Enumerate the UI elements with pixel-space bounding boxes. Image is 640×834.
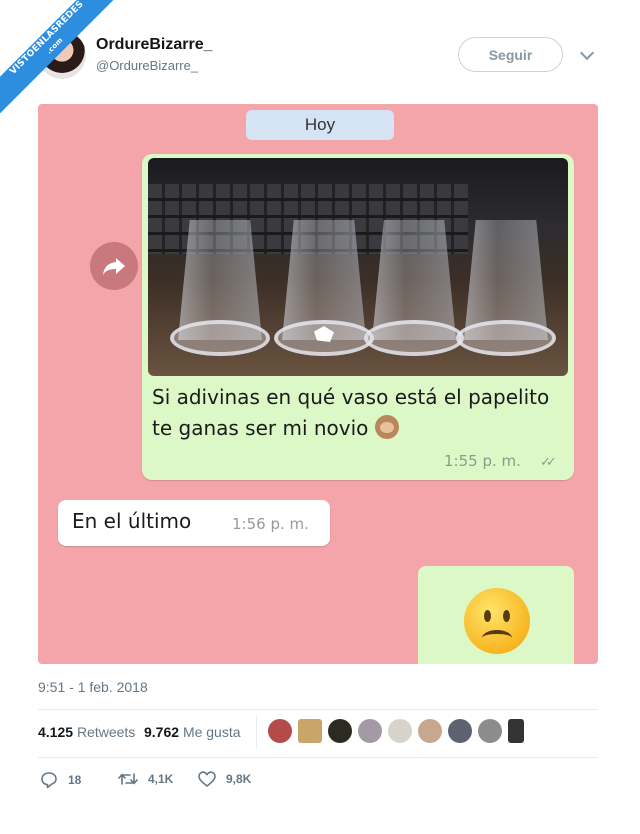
sent-emoji-bubble — [418, 566, 574, 664]
date-chip: Hoy — [246, 110, 394, 140]
tweet-timestamp[interactable]: 9:51 - 1 feb. 2018 — [38, 679, 148, 695]
sad-face-emoji — [464, 588, 530, 654]
watermark-text: VISTOENLASREDES — [8, 0, 86, 77]
like-icon — [198, 771, 216, 787]
like-button[interactable]: 9,8K — [198, 771, 251, 787]
likes-label: Me gusta — [182, 724, 241, 740]
retweet-count: 4,1K — [148, 772, 174, 786]
follow-button[interactable]: Seguir — [458, 37, 563, 72]
retweet-button[interactable]: 4,1K — [118, 771, 173, 787]
received-message-bubble: En el último 1:56 p. m. — [58, 500, 330, 546]
likes-stat[interactable]: 9.762 Me gusta — [144, 724, 241, 740]
like-count: 9,8K — [226, 772, 252, 786]
divider — [38, 757, 598, 758]
retweets-label: Retweets — [76, 724, 136, 740]
avatar[interactable] — [298, 719, 322, 743]
likes-count: 9.762 — [144, 724, 180, 740]
received-message-time: 1:56 p. m. — [232, 515, 309, 533]
reply-icon — [41, 772, 57, 789]
reply-button[interactable]: 18 — [40, 771, 81, 789]
retweets-stat[interactable]: 4.125 Retweets — [38, 724, 135, 740]
cups-photo — [148, 158, 568, 376]
avatar[interactable] — [508, 719, 524, 743]
received-message-text: En el último — [72, 509, 192, 533]
retweet-icon — [118, 773, 138, 785]
sent-message-time: 1:55 p. m. — [444, 452, 521, 470]
avatar[interactable] — [448, 719, 472, 743]
reply-count: 18 — [68, 773, 82, 787]
avatar[interactable] — [478, 719, 502, 743]
avatar[interactable] — [328, 719, 352, 743]
avatar[interactable] — [418, 719, 442, 743]
divider — [38, 709, 598, 710]
chevron-down-icon[interactable] — [579, 45, 595, 61]
sent-message-bubble: Si adivinas en qué vaso está el papelito… — [142, 154, 574, 480]
forward-icon — [90, 242, 138, 290]
stats-separator — [256, 716, 257, 748]
avatar[interactable] — [268, 719, 292, 743]
avatar[interactable] — [388, 719, 412, 743]
monkey-emoji — [374, 415, 399, 439]
sent-message-text: Si adivinas en qué vaso está el papelito… — [152, 385, 550, 440]
liker-avatars — [268, 719, 524, 743]
watermark-ribbon: VISTOENLASREDES .com — [0, 0, 120, 120]
read-receipt-icon: ✓✓ — [540, 454, 557, 469]
avatar[interactable] — [358, 719, 382, 743]
retweets-count: 4.125 — [38, 724, 74, 740]
chat-screenshot: Hoy Si adivinas en qué vaso está el pape… — [38, 104, 598, 664]
